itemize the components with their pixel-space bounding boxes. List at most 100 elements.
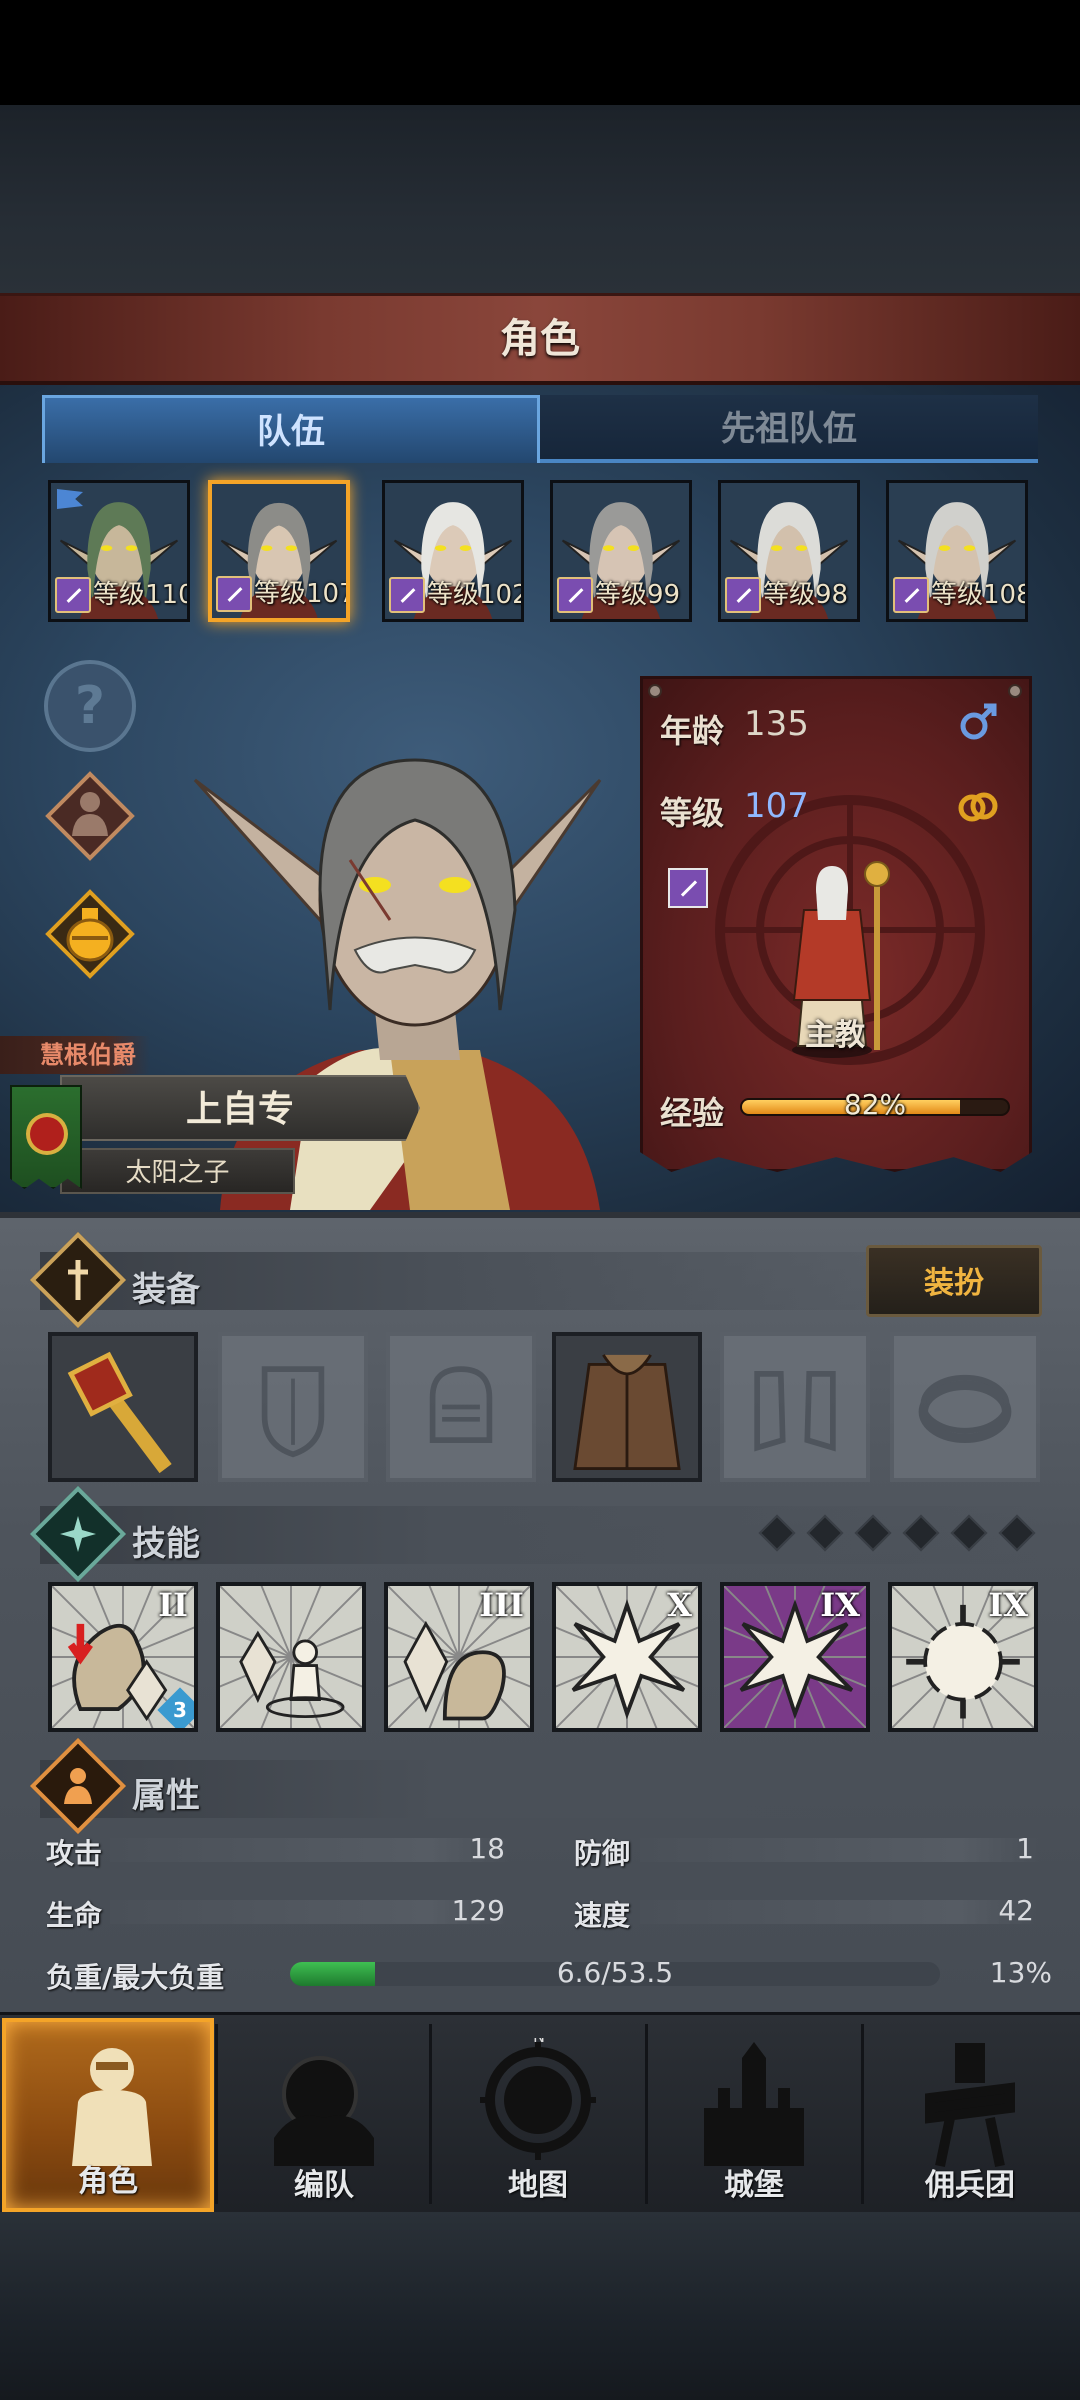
skill-slot-6[interactable]: IX	[888, 1582, 1038, 1732]
equipment-title: 装备	[132, 1270, 200, 1310]
skill-slot-1[interactable]: II 3	[48, 1582, 198, 1732]
card-pin	[648, 684, 662, 698]
nav-castle[interactable]: 城堡	[648, 2018, 860, 2212]
member-level: 等级110	[93, 580, 190, 610]
party-member-3[interactable]: 等级102	[382, 480, 524, 622]
attributes-title: 属性	[132, 1776, 200, 1816]
member-level: 等级99	[595, 580, 681, 610]
skill-rank: IX	[820, 1586, 860, 1624]
mace-icon	[52, 1336, 194, 1478]
boots-icon	[754, 1371, 836, 1452]
nav-label: 佣兵团	[925, 2168, 1015, 2203]
hp-label: 生命	[46, 1899, 103, 1932]
speed-label: 速度	[574, 1899, 631, 1932]
body-icon	[45, 771, 135, 861]
exp-percent: 82%	[843, 1088, 907, 1121]
party-member-6[interactable]: 等级108	[886, 480, 1028, 622]
skill-slot-4[interactable]: X	[552, 1582, 702, 1732]
marriage-rings-icon[interactable]	[956, 786, 1000, 826]
skill-rank: IX	[988, 1586, 1028, 1624]
member-level: 等级108	[931, 580, 1028, 610]
skill-rank: X	[667, 1586, 692, 1624]
party-member-4[interactable]: 等级99	[550, 480, 692, 622]
defense-label: 防御	[574, 1837, 631, 1870]
page-title: 角色	[500, 316, 580, 362]
speed-value: 42	[998, 1894, 1034, 1927]
svg-text:N: N	[533, 2038, 545, 2046]
helmet-icon	[429, 1366, 493, 1443]
potion-icon	[45, 889, 135, 979]
load-value: 6.6/53.5	[556, 1956, 674, 1989]
nav-label: 城堡	[724, 2168, 784, 2203]
house-banner-icon[interactable]	[10, 1085, 82, 1189]
class-name: 主教	[805, 1018, 865, 1053]
nav-character[interactable]: 角色	[2, 2018, 214, 2212]
character-icon	[72, 2048, 152, 2166]
skill-level-badge-text: 3	[173, 1697, 187, 1722]
equipment-slot-shield[interactable]	[218, 1332, 368, 1482]
party-member-5[interactable]: 等级98	[718, 480, 860, 622]
male-gender-icon	[960, 703, 997, 740]
person-glyph	[64, 1768, 92, 1804]
defense-value: 1	[1016, 1832, 1034, 1865]
skill-slot-5[interactable]: IX	[720, 1582, 870, 1732]
class-staff-badge-icon	[668, 868, 708, 908]
noble-title: 慧根伯爵	[0, 1036, 150, 1074]
tab-ancestor-party[interactable]: 先祖队伍	[540, 395, 1038, 463]
nav-map[interactable]: N 地图	[432, 2018, 644, 2212]
robe-icon	[556, 1336, 698, 1478]
attack-label: 攻击	[46, 1837, 103, 1870]
star-glyph	[60, 1516, 96, 1552]
castle-icon	[704, 2042, 804, 2166]
party-member-1[interactable]: 等级110	[48, 480, 190, 622]
card-pin	[1008, 684, 1022, 698]
skill-rank: II	[158, 1586, 188, 1624]
footer-background	[0, 2212, 1080, 2400]
nav-label: 编队	[294, 2168, 354, 2203]
load-percent: 13%	[989, 1956, 1052, 1989]
nav-mercenary[interactable]: 佣兵团	[864, 2018, 1076, 2212]
status-bar-area	[0, 0, 1080, 105]
level-value: 107	[744, 786, 809, 826]
sword-glyph	[68, 1260, 88, 1300]
skill-slot-3[interactable]: III	[384, 1582, 534, 1732]
outfit-button[interactable]: 装扮	[866, 1245, 1042, 1317]
nav-separator	[645, 2024, 648, 2204]
character-epithet: 太阳之子	[60, 1148, 295, 1194]
skill-rank: III	[479, 1586, 524, 1624]
member-level: 等级107	[254, 579, 350, 609]
age-value: 135	[744, 704, 809, 744]
party-member-2[interactable]: 等级107	[208, 480, 350, 622]
potion-button[interactable]	[44, 888, 136, 980]
member-level: 等级102	[427, 580, 524, 610]
equipment-slot-mace[interactable]	[48, 1332, 198, 1482]
skill-slot-2[interactable]	[216, 1582, 366, 1732]
ring-icon	[918, 1374, 1012, 1443]
exp-label: 经验	[660, 1094, 725, 1132]
equipment-slot-ring[interactable]	[890, 1332, 1040, 1482]
equipment-slot-robe[interactable]	[552, 1332, 702, 1482]
nav-separator	[429, 2024, 432, 2204]
nav-label: 地图	[508, 2168, 568, 2203]
equipment-slot-boots[interactable]	[720, 1332, 870, 1482]
hp-value: 129	[451, 1894, 505, 1927]
skill-icon	[220, 1586, 362, 1728]
help-button[interactable]: ?	[44, 660, 136, 752]
attack-value: 18	[469, 1832, 505, 1865]
skills-title: 技能	[132, 1524, 200, 1564]
header-background	[0, 105, 1080, 295]
level-label: 等级	[660, 794, 725, 832]
nav-separator	[215, 2024, 218, 2204]
character-name[interactable]: 上自专	[60, 1075, 420, 1141]
member-level: 等级98	[763, 580, 849, 610]
load-label: 负重/最大负重	[46, 1961, 225, 1994]
nav-separator	[861, 2024, 864, 2204]
equipment-slot-helmet[interactable]	[386, 1332, 536, 1482]
shield-icon	[261, 1366, 325, 1458]
map-icon: N	[480, 2038, 596, 2160]
tab-party[interactable]: 队伍	[42, 395, 540, 463]
nav-label: 角色	[78, 2164, 138, 2199]
body-button[interactable]	[44, 770, 136, 862]
nav-formation[interactable]: 编队	[218, 2018, 430, 2212]
mercenary-icon	[925, 2043, 1015, 2168]
